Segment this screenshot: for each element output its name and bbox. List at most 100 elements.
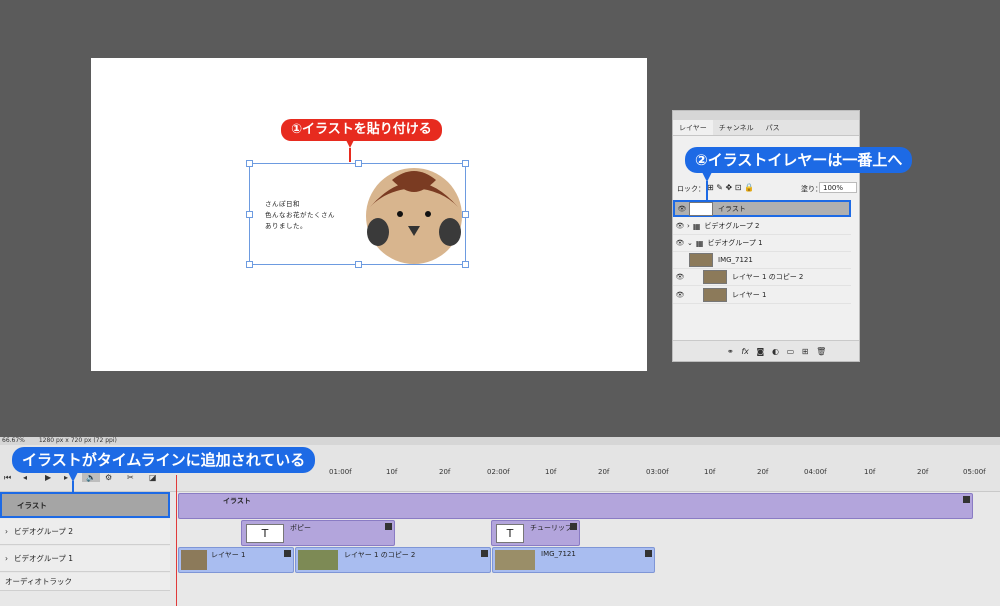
mask-icon[interactable]: ◙ (757, 347, 765, 356)
clip-label: レイヤー 1 (211, 551, 246, 559)
track-name: ビデオグループ 1 (14, 554, 74, 563)
layer-thumbnail (703, 288, 727, 302)
panel-titlebar[interactable] (673, 111, 859, 120)
tab-layers[interactable]: レイヤー (673, 120, 713, 135)
layer-row[interactable]: 👁 レイヤー 1 (673, 287, 851, 304)
clip-end-icon (385, 523, 392, 530)
transform-handle[interactable] (246, 160, 253, 167)
panel-tabs: レイヤー チャンネル パス (673, 120, 859, 136)
settings-gear-icon[interactable]: ⚙ (105, 473, 112, 482)
note-line: 色んなお花がたくさん (265, 211, 335, 219)
video-thumb (495, 550, 535, 570)
layer-row[interactable]: IMG_7121 (673, 252, 851, 269)
paste-callout: ①イラストを貼り付ける (281, 119, 442, 141)
chevron-right-icon[interactable]: › (5, 554, 8, 563)
playhead[interactable] (176, 475, 177, 606)
layer-thumbnail (703, 270, 727, 284)
ruler-label: 02:00f (487, 468, 510, 476)
clip-end-icon (481, 550, 488, 557)
ruler-label: 20f (917, 468, 929, 476)
video-thumb (181, 550, 207, 570)
track-name: オーディオトラック (5, 577, 72, 586)
layer-name: レイヤー 1 (732, 291, 767, 299)
transform-handle[interactable] (246, 261, 253, 268)
ruler-label: 10f (386, 468, 398, 476)
layer-row[interactable]: 👁 › ▦ ビデオグループ 2 (673, 218, 851, 235)
clip-end-icon (645, 550, 652, 557)
layer-row[interactable]: 👁 ⌄ ▦ ビデオグループ 1 (673, 235, 851, 252)
clip-poppy[interactable]: T ポピー (241, 520, 395, 546)
layer-name: ビデオグループ 2 (704, 222, 760, 230)
clip-layer1[interactable]: レイヤー 1 (178, 547, 294, 573)
layer-name: イラスト (718, 204, 746, 213)
clip-end-icon (963, 496, 970, 503)
transform-handle[interactable] (246, 211, 253, 218)
status-bar: 66.67% 1280 px x 720 px (72 ppi) (0, 437, 1000, 445)
new-layer-icon[interactable]: ⊞ (802, 347, 809, 356)
clip-end-icon (284, 550, 291, 557)
track-label-video-group-2[interactable]: › ビデオグループ 2 (0, 519, 170, 545)
play-icon[interactable]: ▶ (45, 473, 51, 482)
zoom-level[interactable]: 66.67% (2, 437, 25, 444)
layer-thumbnail (689, 201, 713, 216)
clapper-icon: ▦ (692, 221, 701, 231)
chevron-down-icon[interactable]: ⌄ (687, 239, 693, 247)
fx-icon[interactable]: fx (741, 347, 749, 356)
clip-end-icon (570, 523, 577, 530)
clip-label: イラスト (223, 497, 251, 505)
track-label-illust[interactable]: イラスト (0, 492, 170, 518)
layer-name: IMG_7121 (718, 256, 753, 264)
eye-icon[interactable]: 👁 (673, 291, 687, 299)
ruler-label: 10f (545, 468, 557, 476)
transform-handle[interactable] (462, 261, 469, 268)
clip-label: IMG_7121 (541, 550, 576, 558)
clip-label: レイヤー 1 のコピー 2 (344, 551, 416, 559)
clip-label: チューリップ (530, 524, 572, 532)
callout-pointer (68, 472, 78, 494)
layer-row[interactable]: 👁 レイヤー 1 のコピー 2 (673, 269, 851, 286)
document-size: 1280 px x 720 px (72 ppi) (38, 437, 117, 444)
folder-icon[interactable]: ▭ (787, 347, 795, 356)
ruler-label: 10f (864, 468, 876, 476)
transition-icon[interactable]: ◪ (149, 473, 157, 482)
track-label-audio[interactable]: オーディオトラック (0, 573, 170, 591)
link-icon[interactable]: ⚭ (727, 347, 734, 356)
prev-frame-icon[interactable]: ◂ (23, 473, 27, 482)
transform-handle[interactable] (462, 211, 469, 218)
handwritten-note: さんぽ日和 色んなお花がたくさん ありました。 (265, 199, 335, 232)
clip-label: ポピー (290, 524, 311, 532)
lock-icons[interactable]: ⊞ ✎ ✥ ⊡ 🔒 (707, 183, 754, 192)
ruler-label: 20f (757, 468, 769, 476)
video-thumb (298, 550, 338, 570)
transform-handle[interactable] (355, 160, 362, 167)
timeline-callout: イラストがタイムラインに追加されている (12, 447, 316, 473)
eye-icon[interactable]: 👁 (673, 222, 687, 230)
clip-tulip[interactable]: T チューリップ (491, 520, 580, 546)
fill-input[interactable]: 100% (819, 182, 857, 193)
clip-img7121[interactable]: IMG_7121 (492, 547, 655, 573)
layer-actions-bar: ⚭ fx ◙ ◐ ▭ ⊞ 🗑 (673, 340, 859, 361)
audio-icon[interactable]: 🔈 (82, 473, 100, 482)
tab-paths[interactable]: パス (760, 120, 786, 135)
clip-layer1-copy2[interactable]: レイヤー 1 のコピー 2 (295, 547, 491, 573)
eye-icon[interactable]: 👁 (673, 273, 687, 281)
first-frame-icon[interactable]: ⏮ (4, 473, 11, 483)
eye-icon[interactable]: 👁 (673, 239, 687, 247)
tab-channels[interactable]: チャンネル (713, 120, 760, 135)
chevron-right-icon[interactable]: › (687, 222, 690, 230)
adjustment-icon[interactable]: ◐ (772, 347, 779, 356)
layer-row[interactable]: 👁 イラスト (673, 200, 851, 217)
track-label-video-group-1[interactable]: › ビデオグループ 1 (0, 546, 170, 572)
track-name: ビデオグループ 2 (14, 527, 74, 536)
transform-handle[interactable] (462, 160, 469, 167)
scissors-icon[interactable]: ✂ (127, 473, 134, 482)
eye-icon[interactable]: 👁 (675, 205, 689, 213)
transform-handle[interactable] (355, 261, 362, 268)
clip-illust[interactable]: イラスト (178, 493, 973, 519)
chevron-right-icon[interactable]: › (5, 527, 8, 536)
trash-icon[interactable]: 🗑 (816, 347, 826, 356)
callout-pointer (346, 140, 354, 162)
layer-name: ビデオグループ 1 (707, 239, 763, 247)
callout-pointer (702, 172, 712, 202)
note-line: ありました。 (265, 222, 307, 230)
